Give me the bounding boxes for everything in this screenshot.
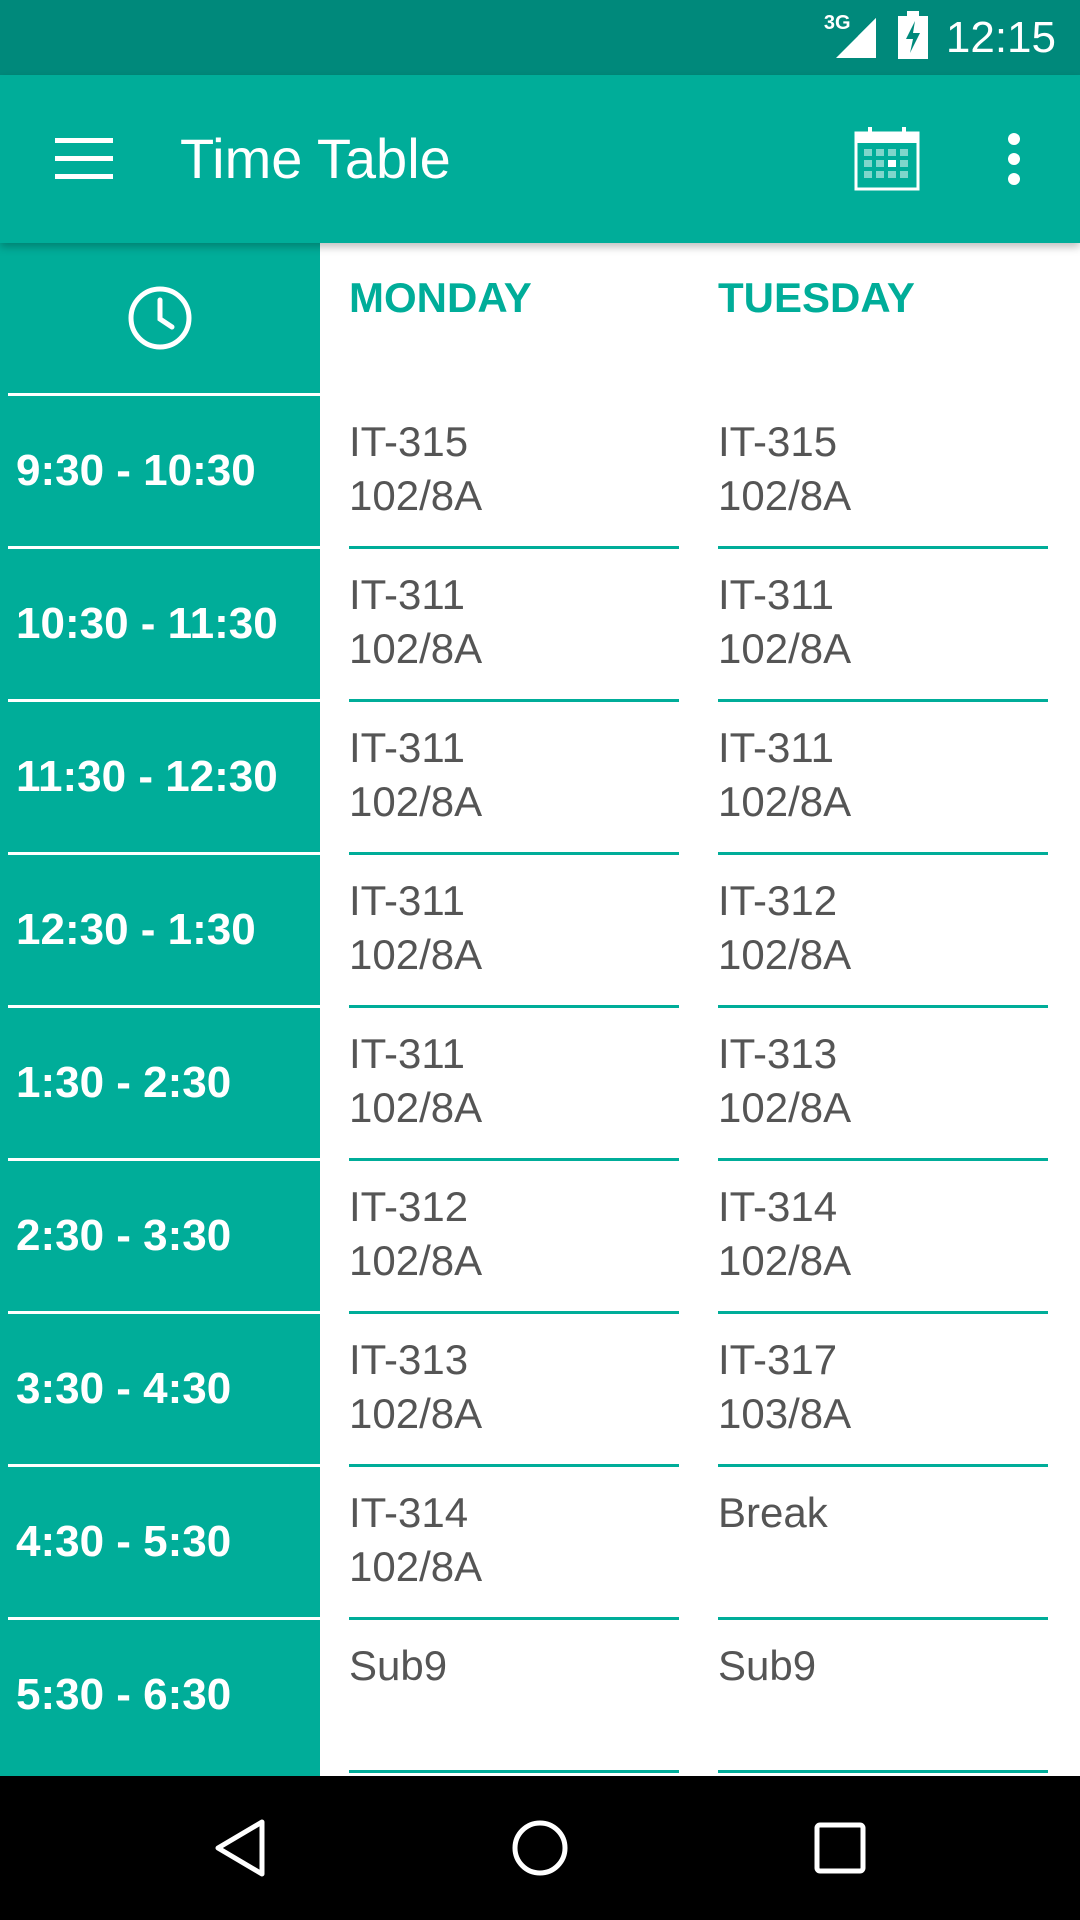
class-cell[interactable]: IT-311 102/8A	[349, 702, 679, 855]
class-cell[interactable]: IT-311 102/8A	[718, 702, 1048, 855]
menu-icon	[55, 138, 113, 179]
room: 102/8A	[349, 1390, 483, 1437]
class-cell[interactable]: IT-311 102/8A	[349, 549, 679, 702]
course-code: IT-312	[718, 877, 838, 924]
class-cell[interactable]: IT-311 102/8A	[718, 549, 1048, 702]
course-code: IT-315	[718, 418, 838, 465]
more-options-button[interactable]	[970, 119, 1058, 199]
course-code: IT-315	[349, 418, 469, 465]
room: 102/8A	[718, 778, 852, 825]
class-cell[interactable]: Sub9	[718, 1620, 1048, 1773]
class-cell[interactable]: IT-312 102/8A	[718, 855, 1048, 1008]
time-slot: 3:30 - 4:30	[0, 1311, 320, 1464]
room: 102/8A	[349, 931, 483, 978]
time-slot-label: 4:30 - 5:30	[16, 1517, 232, 1566]
room: 102/8A	[349, 625, 483, 672]
class-cell[interactable]: IT-314 102/8A	[349, 1467, 679, 1620]
home-button[interactable]	[470, 1776, 610, 1920]
menu-button[interactable]	[40, 119, 128, 199]
recents-icon	[814, 1822, 866, 1874]
time-slot: 5:30 - 6:30	[0, 1617, 320, 1770]
time-slot: 10:30 - 11:30	[0, 546, 320, 699]
course-code: IT-317	[718, 1336, 838, 1383]
course-code: Sub9	[718, 1642, 817, 1689]
room: 102/8A	[718, 472, 852, 519]
time-slot-label: 2:30 - 3:30	[16, 1211, 232, 1260]
home-icon	[512, 1820, 568, 1876]
class-cell[interactable]: IT-317 103/8A	[718, 1314, 1048, 1467]
back-icon	[215, 1819, 265, 1877]
app-bar: Time Table	[0, 75, 1080, 243]
room: 102/8A	[718, 1084, 852, 1131]
time-slot-label: 10:30 - 11:30	[16, 599, 278, 648]
course-code: IT-311	[349, 1030, 465, 1077]
time-slot: 9:30 - 10:30	[0, 393, 320, 546]
day-header-tuesday: TUESDAY	[718, 274, 915, 321]
room: 102/8A	[718, 625, 852, 672]
course-code: IT-311	[349, 571, 465, 618]
time-header	[0, 243, 320, 393]
recents-button[interactable]	[770, 1776, 910, 1920]
time-slot: 12:30 - 1:30	[0, 852, 320, 1005]
class-cell[interactable]: IT-313 102/8A	[349, 1314, 679, 1467]
course-code: IT-311	[718, 724, 834, 771]
time-slot: 11:30 - 12:30	[0, 699, 320, 852]
back-button[interactable]	[170, 1776, 310, 1920]
room: 102/8A	[349, 472, 483, 519]
course-code: IT-311	[718, 571, 834, 618]
class-cell[interactable]: Sub9	[349, 1620, 679, 1773]
course-code: Break	[718, 1489, 828, 1536]
status-time: 12:15	[945, 12, 1056, 62]
course-code: Sub9	[349, 1642, 448, 1689]
time-slot: 1:30 - 2:30	[0, 1005, 320, 1158]
time-slot-label: 1:30 - 2:30	[16, 1058, 232, 1107]
room: 102/8A	[349, 778, 483, 825]
class-cell[interactable]: IT-311 102/8A	[349, 855, 679, 1008]
course-code: IT-314	[349, 1489, 469, 1536]
time-slot-label: 9:30 - 10:30	[16, 446, 256, 495]
course-code: IT-312	[349, 1183, 469, 1230]
class-cell[interactable]: Break	[718, 1467, 1048, 1620]
room: 102/8A	[349, 1543, 483, 1590]
time-slot-label: 12:30 - 1:30	[16, 905, 256, 954]
class-cell[interactable]: IT-311 102/8A	[349, 1008, 679, 1161]
time-slot: 2:30 - 3:30	[0, 1158, 320, 1311]
class-cell[interactable]: IT-312 102/8A	[349, 1161, 679, 1314]
class-cell[interactable]: IT-313 102/8A	[718, 1008, 1048, 1161]
calendar-button[interactable]	[843, 119, 931, 199]
room: 102/8A	[718, 1237, 852, 1284]
day-header-monday: MONDAY	[349, 274, 532, 321]
course-code: IT-311	[349, 877, 465, 924]
time-column: 9:30 - 10:30 10:30 - 11:30 11:30 - 12:30…	[0, 243, 320, 1776]
class-cell[interactable]: IT-315 102/8A	[349, 396, 679, 549]
time-slot-label: 11:30 - 12:30	[16, 752, 278, 801]
more-vert-icon	[1008, 133, 1020, 185]
room: 103/8A	[718, 1390, 852, 1437]
course-code: IT-313	[718, 1030, 838, 1077]
class-cell[interactable]: IT-315 102/8A	[718, 396, 1048, 549]
room: 102/8A	[349, 1084, 483, 1131]
battery-icon	[897, 11, 928, 64]
navigation-bar	[0, 1776, 1080, 1920]
time-slot-label: 3:30 - 4:30	[16, 1364, 232, 1413]
course-code: IT-311	[349, 724, 465, 771]
time-slot: 4:30 - 5:30	[0, 1464, 320, 1617]
time-slot-label: 5:30 - 6:30	[16, 1670, 232, 1719]
course-code: IT-313	[349, 1336, 469, 1383]
course-code: IT-314	[718, 1183, 838, 1230]
status-bar: 3G 12:15	[0, 0, 1080, 75]
signal-icon: 3G	[824, 12, 880, 62]
clock-icon	[128, 286, 192, 350]
calendar-icon	[854, 127, 920, 191]
room: 102/8A	[349, 1237, 483, 1284]
page-title: Time Table	[180, 127, 451, 190]
class-cell[interactable]: IT-314 102/8A	[718, 1161, 1048, 1314]
room: 102/8A	[718, 931, 852, 978]
